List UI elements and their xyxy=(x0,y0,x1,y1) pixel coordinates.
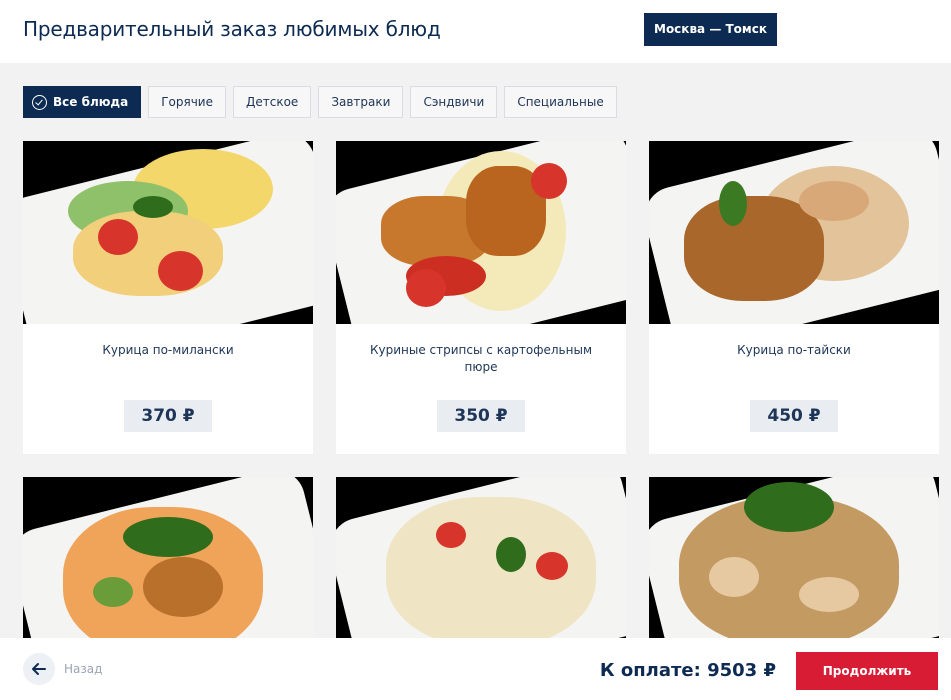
dish-photo xyxy=(23,141,313,324)
page-title: Предварительный заказ любимых блюд xyxy=(23,17,441,41)
dish-photo xyxy=(336,141,626,324)
check-circle-icon xyxy=(32,94,47,110)
route-badge[interactable]: Москва — Томск xyxy=(644,13,777,46)
total-amount: К оплате: 9503 ₽ xyxy=(599,660,776,681)
header: Предварительный заказ любимых блюд Москв… xyxy=(0,0,951,63)
dish-name: Курица по-милански xyxy=(102,343,234,357)
dish-card[interactable] xyxy=(336,477,626,660)
dish-photo xyxy=(336,477,626,660)
dish-card[interactable]: Курица по-милански 370 ₽ xyxy=(23,141,313,454)
filter-label: Детское xyxy=(245,95,299,109)
back-button[interactable] xyxy=(23,653,55,685)
filter-label: Завтраки xyxy=(331,95,391,109)
filter-kids[interactable]: Детское xyxy=(232,86,312,118)
dish-photo xyxy=(649,141,939,324)
filter-breakfast[interactable]: Завтраки xyxy=(318,86,404,118)
dish-name: Курица по-тайски xyxy=(737,343,851,357)
filter-label: Все блюда xyxy=(53,95,129,109)
filter-label: Горячие xyxy=(161,95,213,109)
filter-all[interactable]: Все блюда xyxy=(23,86,142,118)
dish-price[interactable]: 450 ₽ xyxy=(750,400,838,432)
dish-card[interactable]: Куриные стрипсы с картофельным пюре 350 … xyxy=(336,141,626,454)
filter-label: Специальные xyxy=(517,95,604,109)
dish-price[interactable]: 350 ₽ xyxy=(437,400,525,432)
arrow-left-icon xyxy=(32,663,46,675)
category-filters: Все блюда Горячие Детское Завтраки Сэндв… xyxy=(23,86,617,118)
dish-name: Куриные стрипсы с картофельным пюре xyxy=(369,343,592,374)
filter-sandwiches[interactable]: Сэндвичи xyxy=(410,86,498,118)
filter-special[interactable]: Специальные xyxy=(504,86,617,118)
dish-card[interactable] xyxy=(23,477,313,660)
back-label[interactable]: Назад xyxy=(64,662,102,676)
dish-photo xyxy=(649,477,939,660)
dish-price[interactable]: 370 ₽ xyxy=(124,400,212,432)
dish-photo xyxy=(23,477,313,660)
continue-button[interactable]: Продолжить xyxy=(796,652,938,690)
dish-card[interactable] xyxy=(649,477,939,660)
footer: Назад К оплате: 9503 ₽ Продолжить xyxy=(0,638,951,700)
dish-card[interactable]: Курица по-тайски 450 ₽ xyxy=(649,141,939,454)
filter-label: Сэндвичи xyxy=(423,95,485,109)
filter-hot[interactable]: Горячие xyxy=(148,86,226,118)
